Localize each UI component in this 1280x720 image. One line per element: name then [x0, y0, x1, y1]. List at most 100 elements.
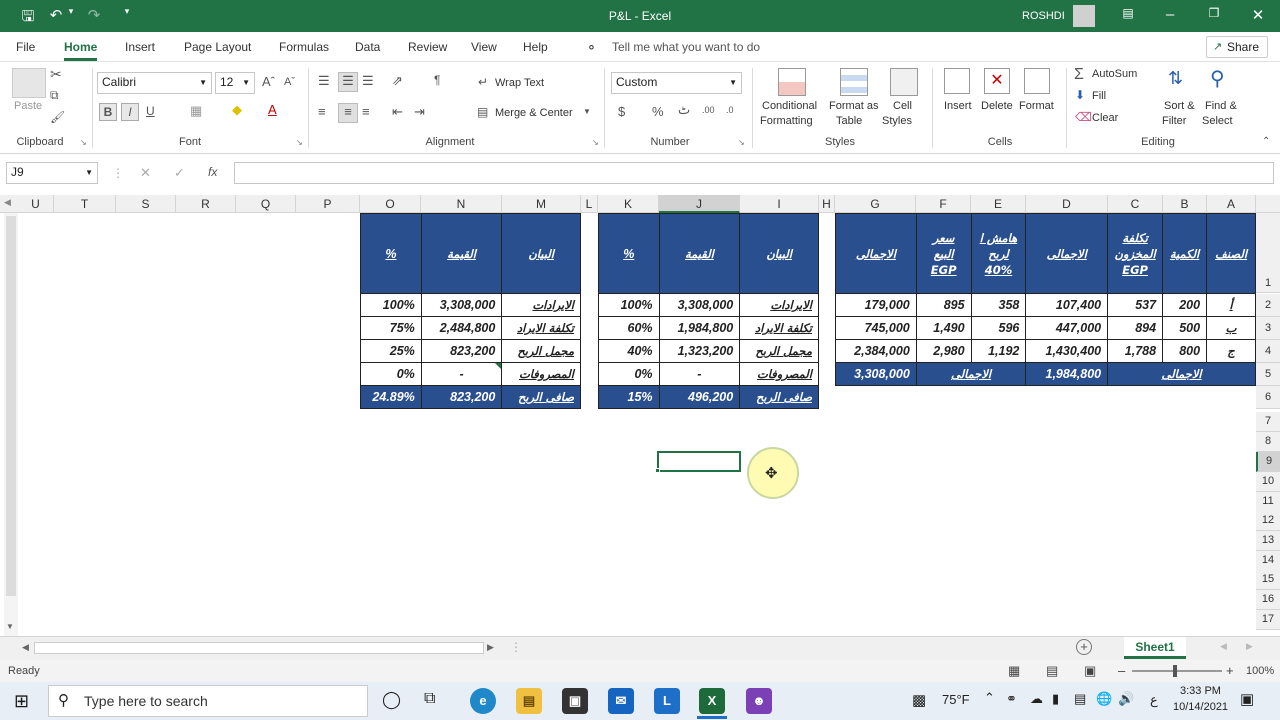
increase-decimal-icon[interactable]: .00: [702, 105, 715, 115]
cell[interactable]: 3,308,000: [835, 362, 917, 386]
zoom-in-icon[interactable]: +: [1226, 663, 1234, 678]
close-icon[interactable]: ✕: [1248, 6, 1268, 26]
wrap-text-button[interactable]: Wrap Text: [495, 77, 544, 89]
font-launcher-icon[interactable]: ↘: [296, 138, 303, 147]
header-value[interactable]: القيمة: [658, 213, 741, 294]
clock-time[interactable]: 3:33 PM: [1180, 685, 1221, 697]
enter-icon[interactable]: ✓: [174, 165, 185, 181]
row-header[interactable]: 4: [1256, 340, 1280, 363]
align-middle-icon[interactable]: ☰: [338, 72, 358, 92]
currency-button[interactable]: $: [618, 104, 625, 119]
borders-icon[interactable]: ▦: [190, 103, 202, 119]
font-name-select[interactable]: Calibri ▼: [97, 72, 212, 94]
row-header[interactable]: 6: [1256, 386, 1280, 409]
cell-styles-button[interactable]: Cell: [893, 100, 912, 112]
row-header[interactable]: 14: [1256, 551, 1280, 571]
insert-function-button[interactable]: fx: [208, 165, 217, 179]
row-header-selected[interactable]: 9: [1256, 452, 1280, 472]
excel-icon[interactable]: X: [699, 688, 725, 714]
page-layout-view-icon[interactable]: ▤: [1046, 663, 1058, 679]
cell[interactable]: 200: [1162, 293, 1208, 317]
column-header-selected[interactable]: J: [659, 195, 740, 213]
percent-button[interactable]: %: [652, 104, 664, 119]
cell[interactable]: ج: [1206, 339, 1256, 363]
save-icon[interactable]: 🖫: [18, 6, 38, 26]
cell[interactable]: مجمل الربح: [739, 339, 819, 363]
column-header[interactable]: Q: [236, 195, 296, 213]
zoom-slider[interactable]: [1132, 670, 1222, 672]
header-percent[interactable]: %: [360, 213, 422, 294]
cell[interactable]: 823,200: [420, 385, 503, 409]
sort-filter-icon[interactable]: ⇅: [1168, 68, 1183, 89]
column-header[interactable]: B: [1163, 195, 1207, 213]
fill-color-icon[interactable]: ◆: [232, 102, 242, 118]
cell[interactable]: 2,384,000: [835, 339, 917, 363]
sort-filter-button[interactable]: Sort &: [1164, 100, 1195, 112]
header-sales-total[interactable]: الاجمالى: [835, 213, 917, 294]
tab-help[interactable]: Help: [523, 40, 548, 54]
cell[interactable]: المصروفات: [501, 362, 581, 386]
format-as-table-icon[interactable]: [840, 68, 868, 96]
cell[interactable]: -: [420, 362, 503, 386]
underline-button[interactable]: U: [146, 104, 155, 118]
add-sheet-icon[interactable]: +: [1076, 639, 1092, 655]
row-header[interactable]: 11: [1256, 492, 1280, 512]
insert-button[interactable]: Insert: [944, 100, 972, 112]
cell[interactable]: 24.89%: [360, 385, 422, 409]
ribbon-display-icon[interactable]: ▤: [1118, 6, 1138, 26]
decrease-indent-icon[interactable]: ⇤: [392, 104, 403, 120]
row-header[interactable]: 17: [1256, 610, 1280, 630]
header-inventory-cost[interactable]: تكلفة المخزون EGP: [1107, 213, 1164, 294]
cell[interactable]: المصروفات: [739, 362, 819, 386]
cell[interactable]: 0%: [360, 362, 422, 386]
increase-font-icon[interactable]: Aˆ: [262, 74, 275, 89]
format-painter-icon[interactable]: 🖌: [50, 110, 65, 124]
cell[interactable]: 745,000: [835, 316, 917, 340]
find-select-button[interactable]: Find &: [1205, 100, 1237, 112]
cell[interactable]: 75%: [360, 316, 422, 340]
avatar[interactable]: [1073, 5, 1095, 27]
tell-me-search[interactable]: Tell me what you want to do: [612, 40, 760, 54]
cell[interactable]: تكلفة الايراد: [501, 316, 581, 340]
row-header[interactable]: 12: [1256, 511, 1280, 531]
cell[interactable]: 1,430,400: [1025, 339, 1109, 363]
align-top-icon[interactable]: ☰: [318, 73, 330, 89]
column-header[interactable]: U: [18, 195, 54, 213]
sheet-nav-left-icon[interactable]: ◀: [1220, 641, 1227, 652]
delete-cells-icon[interactable]: ✕: [984, 68, 1010, 94]
conditional-formatting-button[interactable]: Conditional: [762, 100, 817, 112]
clock-date[interactable]: 10/14/2021: [1173, 701, 1228, 713]
alignment-launcher-icon[interactable]: ↘: [592, 138, 599, 147]
sheet-tab[interactable]: Sheet1: [1124, 637, 1186, 659]
cell[interactable]: 894: [1107, 316, 1164, 340]
clipboard-icon[interactable]: [12, 68, 46, 98]
row-header[interactable]: 13: [1256, 531, 1280, 551]
clear-icon[interactable]: ⌫: [1075, 110, 1092, 124]
battery-icon[interactable]: ▮: [1052, 691, 1059, 707]
cell[interactable]: 1,323,200: [658, 339, 741, 363]
weather-icon[interactable]: ▩: [912, 691, 926, 709]
cell[interactable]: صافى الربح: [739, 385, 819, 409]
cell[interactable]: تكلفة الايراد: [739, 316, 819, 340]
tab-formulas[interactable]: Formulas: [279, 40, 329, 54]
text-direction-icon[interactable]: ¶: [434, 73, 440, 87]
cell[interactable]: 2,484,800: [420, 316, 503, 340]
row-header[interactable]: 10: [1256, 472, 1280, 492]
zoom-out-icon[interactable]: –: [1118, 663, 1125, 678]
column-header[interactable]: I: [740, 195, 819, 213]
cell[interactable]: 1,192: [970, 339, 1027, 363]
wrap-text-icon[interactable]: ↵: [478, 75, 488, 89]
column-header[interactable]: K: [598, 195, 659, 213]
row-header[interactable]: 3: [1256, 317, 1280, 340]
column-header[interactable]: G: [835, 195, 916, 213]
cell[interactable]: 447,000: [1025, 316, 1109, 340]
row-header[interactable]: 5: [1256, 363, 1280, 386]
selected-cell[interactable]: [657, 451, 741, 472]
cell[interactable]: ب: [1206, 316, 1256, 340]
align-bottom-icon[interactable]: ☰: [362, 73, 374, 89]
page-break-view-icon[interactable]: ▣: [1084, 663, 1096, 679]
cell[interactable]: أ: [1206, 293, 1256, 317]
cell[interactable]: الايرادات: [739, 293, 819, 317]
font-color-icon[interactable]: A: [268, 102, 277, 117]
cell[interactable]: مجمل الربح: [501, 339, 581, 363]
